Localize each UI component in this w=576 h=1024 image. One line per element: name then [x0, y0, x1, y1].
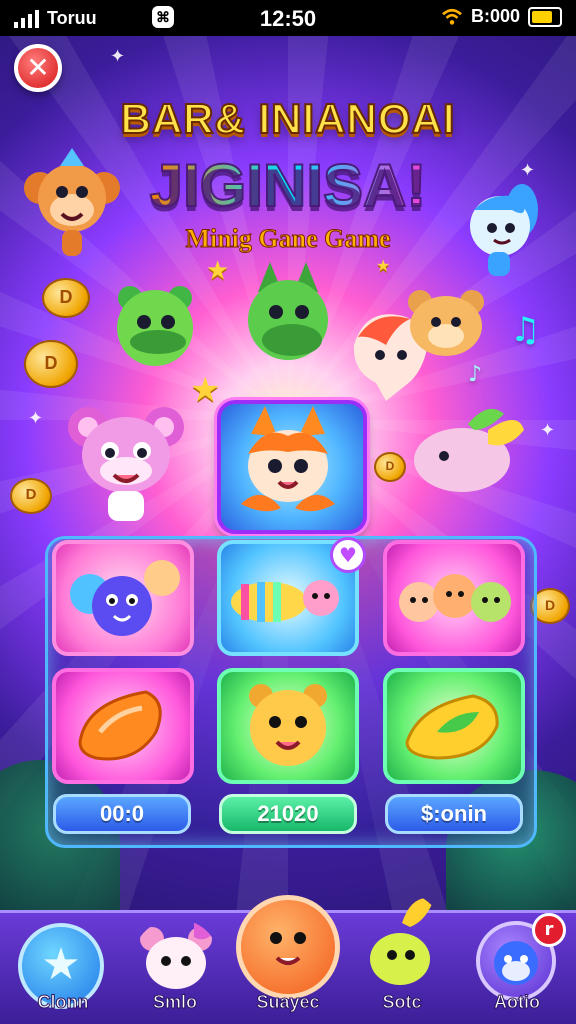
green-dino-icon — [248, 262, 328, 360]
nav-item-smlo[interactable]: Smlo — [120, 913, 230, 1024]
heart-badge: ♥ — [330, 537, 366, 573]
sparkle-icon: ✦ — [28, 408, 44, 429]
kittens-tile[interactable] — [383, 540, 525, 656]
coin-icon: D — [374, 452, 406, 482]
monster-group-icon — [70, 560, 180, 636]
star-icon: ★ — [376, 256, 391, 275]
orange-gem-icon — [78, 690, 162, 761]
character-group-tile[interactable] — [52, 540, 194, 656]
nav-label: Smlo — [152, 992, 197, 1013]
close-button[interactable]: ✕ — [14, 44, 62, 92]
orange-gem-tile[interactable] — [52, 668, 194, 784]
green-gem-tile[interactable] — [383, 668, 525, 784]
nav-label: Clonn — [37, 992, 89, 1013]
score-pill[interactable]: 21020 — [219, 794, 357, 834]
pink-mouse-icon — [68, 407, 184, 521]
kittens-icon — [399, 574, 511, 622]
score-pill[interactable]: 00:0 — [53, 794, 191, 834]
sparkle-icon: ✦ — [520, 160, 536, 181]
nav-item-aotio[interactable]: r Aotio — [462, 913, 572, 1024]
fish-icon — [370, 898, 434, 985]
game-screen: Toruu ⌘ 12:50 B:000 ✕ BAR& INIANOAI JIGI… — [0, 0, 576, 1024]
main-play-button[interactable] — [236, 895, 340, 999]
pink-fish-icon — [414, 408, 524, 492]
featured-fox-card[interactable] — [217, 400, 367, 534]
wifi-icon — [442, 8, 462, 25]
battery-icon — [528, 6, 562, 27]
green-turtle-icon — [117, 286, 193, 366]
star-icon: ★ — [41, 939, 81, 990]
coin-icon: D — [24, 340, 78, 388]
blue-bunny-icon — [470, 184, 538, 276]
monkey-icon — [24, 148, 120, 256]
status-bar: Toruu ⌘ 12:50 B:000 — [0, 0, 576, 36]
nav-item-suayec[interactable]: Suayec — [226, 895, 350, 1024]
coin-icon: D — [42, 278, 90, 318]
sparkle-icon: ✦ — [110, 46, 126, 67]
cat-icon — [140, 922, 214, 989]
nav-label: Suayec — [256, 992, 320, 1013]
star-icon: ★ — [206, 256, 230, 286]
notification-badge: r — [532, 913, 566, 947]
fox-icon — [241, 406, 335, 512]
coin-icon: D — [10, 478, 52, 514]
lion-tile[interactable] — [217, 668, 359, 784]
nav-label: Sotc — [382, 992, 422, 1013]
music-note-icon: ♪ — [468, 362, 483, 387]
star-icon: ★ — [190, 370, 221, 410]
nav-item-clonn[interactable]: ★ Clonn — [8, 913, 118, 1024]
nav-label: Aotio — [494, 992, 541, 1013]
close-icon: ✕ — [26, 51, 50, 84]
lion-icon — [249, 684, 327, 766]
status-right: B:000 — [441, 6, 562, 27]
orange-blob-icon — [270, 932, 306, 965]
nav-item-sotc[interactable]: Sotc — [346, 898, 458, 1024]
green-gem-icon — [405, 694, 499, 760]
balance-label: B:000 — [470, 6, 520, 26]
music-note-icon: ♫ — [510, 310, 541, 350]
bottom-nav: ★ Clonn Smlo Suayec Sotc r Aotio — [0, 895, 576, 1024]
title-line-1: BAR& INIANOAI — [120, 94, 456, 143]
score-pill[interactable]: $:onin — [385, 794, 523, 834]
sparkle-icon: ✦ — [540, 420, 556, 441]
hamster-icon — [408, 290, 484, 356]
